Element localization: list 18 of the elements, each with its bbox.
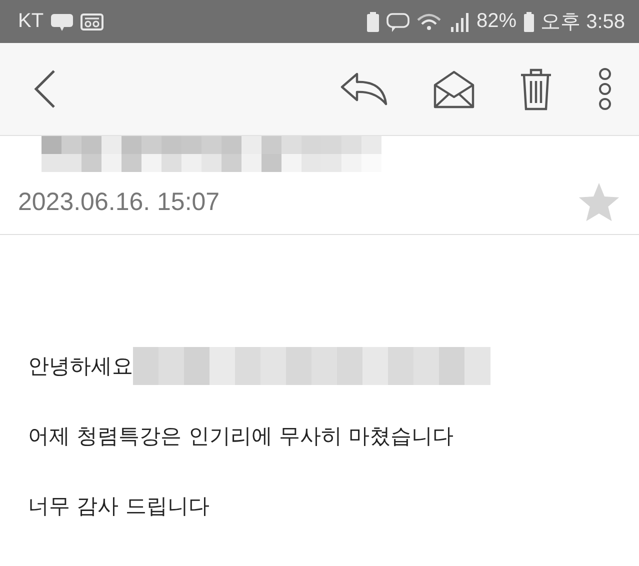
hd-icon (386, 10, 410, 32)
mail-date: 2023.06.16. 15:07 (18, 188, 220, 216)
star-icon[interactable] (577, 181, 621, 223)
carrier-label: KT (18, 10, 44, 33)
body-text: 어제 청렴특강은 인기리에 무사히 마쳤습니다 (28, 423, 454, 450)
signal-icon (450, 10, 470, 32)
battery-icon (522, 10, 535, 32)
voicemail-icon (80, 12, 104, 32)
body-text: 너무 감사 드립니다 (28, 493, 210, 520)
reply-icon[interactable] (339, 71, 389, 107)
body-text: 안녕하세요 (28, 353, 133, 380)
open-envelope-icon[interactable] (433, 69, 475, 109)
more-options-icon[interactable] (597, 67, 613, 111)
battery-saver-icon (366, 10, 380, 32)
clock: 오후 3:58 (540, 10, 625, 35)
chat-bubble-icon (50, 12, 74, 32)
delete-icon[interactable] (519, 67, 553, 111)
battery-percent: 82% (476, 10, 517, 33)
